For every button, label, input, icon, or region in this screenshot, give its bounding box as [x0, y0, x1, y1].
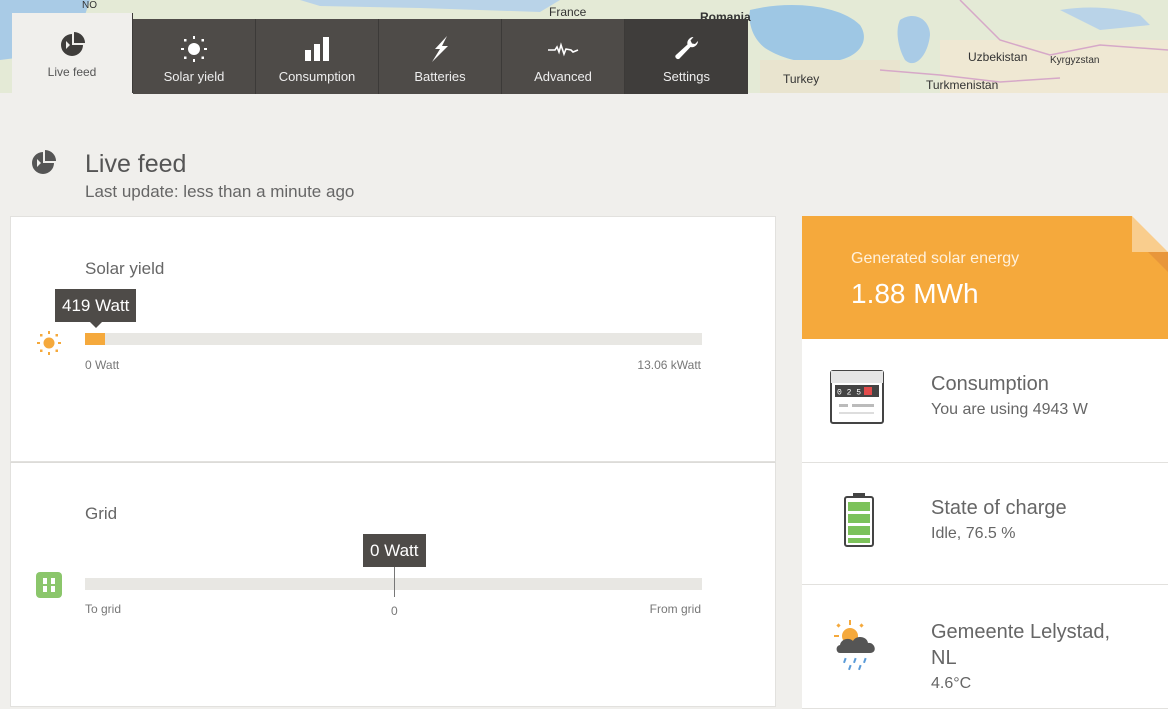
consumption-card[interactable]: 0 2 5 Consumption You are using 4943 W — [802, 339, 1168, 463]
solar-yield-title: Solar yield — [85, 259, 165, 278]
map-label-norway: NO — [82, 0, 97, 11]
tab-label: Advanced — [534, 69, 592, 84]
tab-batteries[interactable]: Batteries — [379, 19, 502, 94]
state-of-charge-sub: Idle, 76.5 % — [931, 525, 1016, 542]
tab-consumption[interactable]: Consumption — [256, 19, 379, 94]
tab-solar-yield[interactable]: Solar yield — [133, 19, 256, 94]
main-nav: Live feed Solar yield Consumption Batter… — [12, 13, 748, 94]
tab-label: Live feed — [47, 65, 97, 79]
tab-label: Batteries — [414, 69, 466, 84]
lightning-icon — [429, 36, 451, 62]
last-update-text: Last update: less than a minute ago — [85, 182, 355, 201]
meter-digits: 0 2 5 — [837, 389, 861, 398]
page-title: Live feed — [85, 150, 187, 178]
tab-label: Settings — [663, 69, 710, 84]
grid-to-label: To grid — [85, 602, 122, 616]
sun-icon — [180, 36, 208, 62]
map-label-uzbekistan: Uzbekistan — [968, 50, 1028, 64]
corner-fold-shadow — [1148, 252, 1168, 272]
sun-icon — [36, 330, 62, 361]
battery-icon — [844, 493, 874, 552]
waveform-icon — [547, 36, 579, 62]
solar-yield-panel: Solar yield 419 Watt 0 Watt 13.06 kWatt — [10, 216, 776, 462]
grid-center-label: 0 — [391, 604, 398, 618]
tab-label: Solar yield — [163, 69, 225, 84]
grid-from-label: From grid — [649, 602, 701, 616]
map-label-turkmenistan: Turkmenistan — [926, 78, 999, 92]
tab-live-feed[interactable]: Live feed — [12, 13, 133, 93]
weather-sun-rain-icon — [830, 617, 886, 678]
weather-country: NL — [931, 647, 957, 669]
generated-energy-card: Generated solar energy 1.88 MWh — [802, 216, 1168, 339]
grid-panel: Grid 0 Watt To grid 0 From grid — [10, 462, 776, 707]
map-label-kyrgyzstan: Kyrgyzstan — [1050, 55, 1100, 66]
generated-energy-label: Generated solar energy — [851, 250, 1020, 267]
tab-label: Consumption — [278, 69, 356, 84]
solar-value-tooltip: 419 Watt — [55, 289, 137, 328]
solar-yield-bar — [85, 333, 702, 345]
tab-advanced[interactable]: Advanced — [502, 19, 625, 94]
bar-chart-icon — [303, 36, 331, 62]
corner-fold — [1132, 216, 1168, 252]
generated-energy-value: 1.88 MWh — [851, 278, 979, 309]
state-of-charge-title: State of charge — [931, 497, 1067, 519]
pie-icon — [30, 150, 56, 181]
solar-yield-bar-fill — [85, 333, 105, 345]
weather-card[interactable]: Gemeente Lelystad, NL 4.6°C — [802, 585, 1168, 709]
state-of-charge-card[interactable]: State of charge Idle, 76.5 % — [802, 463, 1168, 585]
map-label-turkey: Turkey — [783, 72, 820, 86]
solar-min-label: 0 Watt — [85, 358, 120, 372]
grid-plug-icon — [36, 572, 62, 603]
meter-icon: 0 2 5 — [830, 370, 884, 429]
tab-settings[interactable]: Settings — [625, 19, 748, 94]
pie-icon — [59, 32, 85, 58]
solar-max-label: 13.06 kWatt — [637, 358, 701, 372]
weather-location: Gemeente Lelystad, — [931, 621, 1110, 643]
consumption-sub: You are using 4943 W — [931, 401, 1088, 418]
grid-value-tooltip: 0 Watt — [363, 534, 426, 567]
consumption-title: Consumption — [931, 373, 1049, 395]
wrench-icon — [674, 36, 700, 62]
grid-zero-marker — [394, 567, 395, 597]
grid-title: Grid — [85, 504, 118, 523]
weather-temperature: 4.6°C — [931, 675, 972, 692]
